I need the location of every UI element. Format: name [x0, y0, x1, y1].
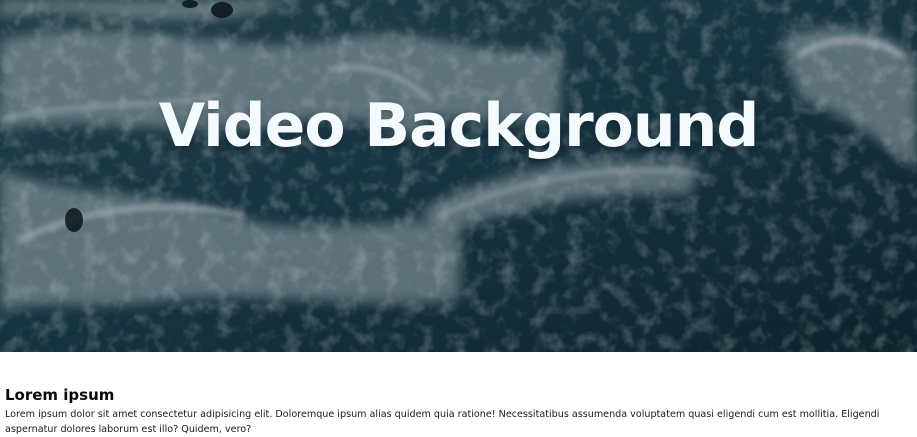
hero-dark-overlay — [0, 0, 917, 352]
content-heading: Lorem ipsum — [5, 386, 115, 404]
content-section: Lorem ipsum Lorem ipsum dolor sit amet c… — [5, 384, 910, 437]
hero-title: Video Background — [158, 91, 760, 161]
content-paragraph: Lorem ipsum dolor sit amet consectetur a… — [5, 409, 880, 435]
hero-video-section: Video Background — [0, 0, 917, 352]
